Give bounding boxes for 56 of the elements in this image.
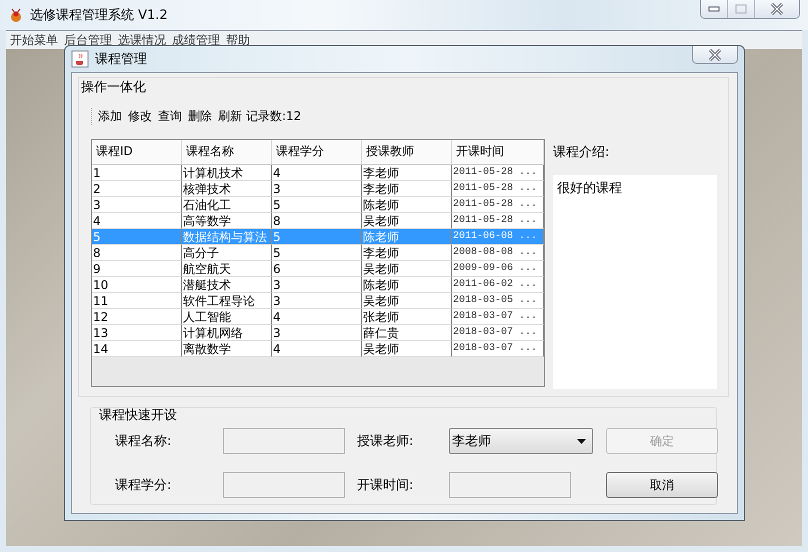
table-row[interactable]: 3 石油化工 5 陈老师 2011-05-28 ...: [92, 197, 544, 213]
toolbar-link[interactable]: 删除: [188, 108, 212, 125]
toolbar-link[interactable]: 查询: [158, 108, 182, 125]
minimize-icon: [708, 6, 720, 12]
coffee-cup-icon: [71, 50, 89, 68]
menu-item[interactable]: 开始菜单: [10, 32, 58, 48]
input-field[interactable]: [223, 472, 345, 498]
table-row[interactable]: 12 人工智能 4 张老师 2018-03-07 ...: [92, 309, 544, 325]
column-header[interactable]: 课程名称: [182, 140, 272, 164]
panel-title: 操作一体化: [80, 79, 146, 96]
close-icon: [770, 3, 784, 15]
menu-item[interactable]: 成绩管理: [172, 32, 220, 48]
table-row[interactable]: 8 高分子 5 李老师 2008-08-08 ...: [92, 245, 544, 261]
field-label: 授课老师:: [357, 433, 414, 450]
input-field[interactable]: [223, 428, 345, 454]
toolbar-link[interactable]: 修改: [128, 108, 152, 125]
window-title: 选修课程管理系统 V1.2: [30, 7, 168, 24]
menu-item[interactable]: 帮助: [226, 32, 250, 48]
intro-label: 课程介绍:: [553, 144, 610, 161]
field-label: 开课时间:: [357, 477, 414, 494]
table-row[interactable]: 10 潜艇技术 3 陈老师 2011-06-02 ...: [92, 277, 544, 293]
panel-title: 课程快速开设: [99, 407, 178, 424]
menu-item[interactable]: 后台管理: [64, 32, 112, 48]
column-header[interactable]: 授课教师: [362, 140, 452, 164]
dialog-title: 课程管理: [95, 51, 147, 68]
table-cell: 14: [92, 341, 182, 357]
column-header[interactable]: 开课时间: [452, 140, 544, 164]
field-label: 课程学分:: [115, 477, 172, 494]
minimize-button[interactable]: [701, 0, 728, 18]
caret-icon: [577, 438, 586, 444]
table-cell: 4: [272, 341, 362, 357]
table-cell: 离散数学: [182, 341, 272, 357]
table-row[interactable]: 4 高等数学 8 吴老师 2011-05-28 ...: [92, 213, 544, 229]
close-icon: [708, 48, 722, 60]
field-label: 课程名称:: [115, 433, 172, 450]
maximize-icon: [735, 4, 747, 14]
column-header[interactable]: 课程ID: [92, 140, 182, 164]
close-button[interactable]: [755, 0, 799, 18]
input-field[interactable]: [449, 472, 571, 498]
table-row[interactable]: 9 航空航天 6 吴老师 2009-09-06 ...: [92, 261, 544, 277]
table-cell: 2018-03-07 ...: [452, 341, 544, 357]
table-cell: 吴老师: [362, 341, 452, 357]
table-row[interactable]: 2 核弹技术 3 李老师 2011-05-28 ...: [92, 181, 544, 197]
table-row[interactable]: 14 离散数学 4 吴老师 2018-03-07 ...: [92, 341, 544, 357]
teacher-dropdown[interactable]: 李老师: [449, 428, 593, 454]
close-button[interactable]: [692, 46, 738, 64]
table-row[interactable]: 11 软件工程导论 3 吴老师 2018-03-05 ...: [92, 293, 544, 309]
action-button[interactable]: 取消: [606, 472, 718, 498]
table-row[interactable]: 13 计算机网络 3 薛仁贵 2018-03-07 ...: [92, 325, 544, 341]
column-header[interactable]: 课程学分: [272, 140, 362, 164]
record-count: 记录数:12: [246, 108, 302, 125]
table-row[interactable]: 1 计算机技术 4 李老师 2011-05-28 ...: [92, 165, 544, 181]
toolbar-link[interactable]: 刷新: [218, 108, 242, 125]
intro-text-area[interactable]: 很好的课程: [553, 175, 717, 389]
bug-icon: [8, 7, 24, 23]
toolbar-link[interactable]: 添加: [98, 108, 122, 125]
